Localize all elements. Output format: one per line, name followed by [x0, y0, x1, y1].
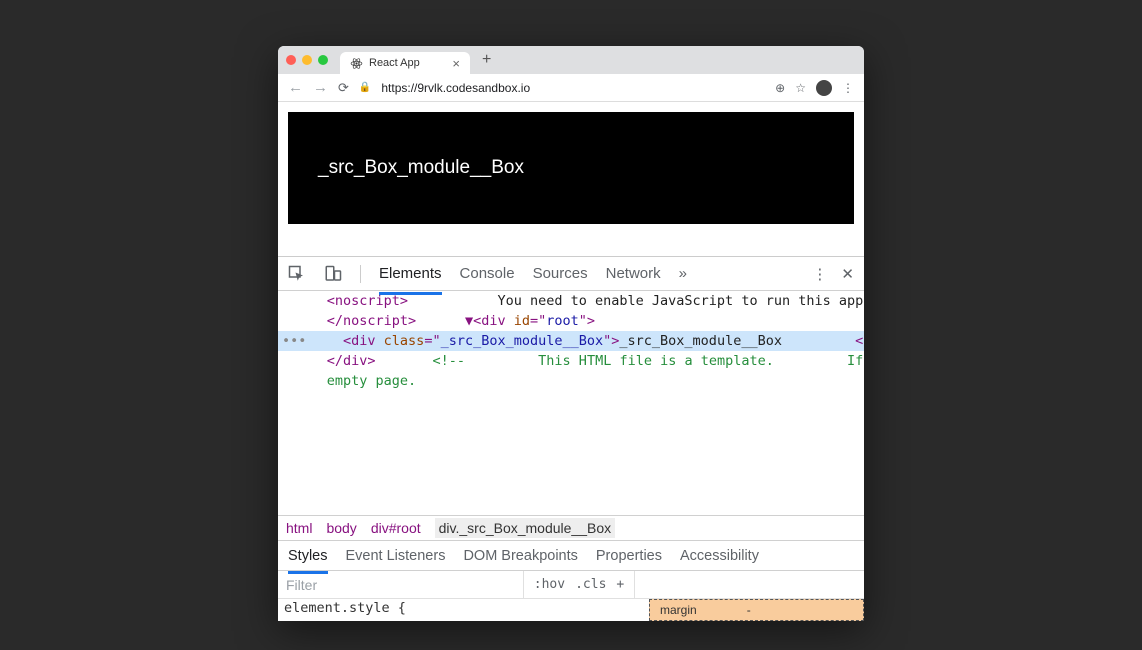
box-model-value: - [747, 603, 751, 617]
devtools-tabbar: Elements Console Sources Network » ⋮ ✕ [278, 257, 864, 291]
devtools-close-icon[interactable]: ✕ [841, 265, 854, 283]
devtools-tab-console[interactable]: Console [460, 259, 515, 288]
hov-toggle[interactable]: :hov [534, 577, 565, 592]
devtools-tab-elements[interactable]: Elements [379, 259, 442, 288]
minimize-window-button[interactable] [302, 55, 312, 65]
ellipsis-icon[interactable]: ••• [282, 331, 306, 351]
noscript-open: <noscript> [327, 293, 408, 309]
page-content: _src_Box_module__Box [278, 102, 864, 234]
rendered-box: _src_Box_module__Box [288, 112, 854, 224]
bookmark-star-icon[interactable]: ☆ [795, 81, 806, 95]
maximize-window-button[interactable] [318, 55, 328, 65]
cls-toggle[interactable]: .cls [575, 577, 606, 592]
styles-body: element.style { margin - [278, 599, 864, 621]
profile-avatar[interactable] [816, 80, 832, 96]
devtools-tab-more-icon[interactable]: » [679, 259, 687, 288]
new-tab-button[interactable]: + [476, 51, 497, 69]
crumb-root[interactable]: div#root [371, 520, 421, 536]
share-icon[interactable]: ⊕ [775, 81, 785, 95]
styles-tab-styles[interactable]: Styles [288, 543, 328, 569]
browser-window: React App × + ← → ⟳ 🔒 https://9rvlk.code… [278, 46, 864, 621]
crumb-selected[interactable]: div._src_Box_module__Box [435, 518, 616, 538]
inspect-element-icon[interactable] [288, 265, 306, 283]
forward-button[interactable]: → [313, 79, 328, 96]
tab-bar: React App × + [278, 46, 864, 74]
box-model-margin[interactable]: margin - [649, 599, 864, 621]
react-favicon-icon [350, 57, 363, 70]
crumb-body[interactable]: body [326, 520, 356, 536]
styles-tab-event-listeners[interactable]: Event Listeners [346, 543, 446, 569]
styles-tab-dom-breakpoints[interactable]: DOM Breakpoints [463, 543, 577, 569]
element-style-block[interactable]: element.style { [278, 599, 649, 621]
comment-l3: empty page. [327, 373, 416, 389]
browser-tab[interactable]: React App × [340, 52, 470, 74]
styles-filter-input[interactable] [278, 571, 523, 598]
comment-l1: This HTML file is a template. [538, 353, 774, 369]
url-bar: ← → ⟳ 🔒 https://9rvlk.codesandbox.io ⊕ ☆… [278, 74, 864, 102]
crumb-html[interactable]: html [286, 520, 312, 536]
comment-l2: If you open it directly in the browser, … [847, 353, 864, 369]
styles-tab-properties[interactable]: Properties [596, 543, 662, 569]
divider [360, 265, 361, 283]
styles-tabbar: Styles Event Listeners DOM Breakpoints P… [278, 541, 864, 571]
devtools-tab-network[interactable]: Network [606, 259, 661, 288]
kebab-menu-icon[interactable]: ⋮ [842, 81, 854, 95]
back-button[interactable]: ← [288, 79, 303, 96]
selected-dom-row[interactable]: ••• <div class="_src_Box_module__Box">_s… [278, 331, 864, 351]
device-toggle-icon[interactable] [324, 265, 342, 283]
noscript-text: You need to enable JavaScript to run thi… [497, 293, 864, 309]
reload-button[interactable]: ⟳ [338, 80, 349, 96]
box-model-label: margin [660, 603, 697, 617]
elements-panel[interactable]: <noscript> You need to enable JavaScript… [278, 291, 864, 515]
tab-title: React App [369, 57, 420, 69]
comment-open: <!-- [432, 353, 465, 369]
rendered-box-text: _src_Box_module__Box [318, 157, 524, 179]
styles-filter-row: :hov .cls + [278, 571, 864, 599]
window-controls [286, 55, 328, 65]
noscript-close: </noscript> [327, 313, 416, 329]
devtools-settings-icon[interactable]: ⋮ [812, 265, 827, 283]
devtools: Elements Console Sources Network » ⋮ ✕ <… [278, 256, 864, 621]
lock-icon: 🔒 [359, 82, 371, 93]
url-text[interactable]: https://9rvlk.codesandbox.io [381, 81, 765, 95]
root-close: </div> [327, 353, 376, 369]
url-bar-right: ⊕ ☆ ⋮ [775, 80, 854, 96]
devtools-tab-sources[interactable]: Sources [533, 259, 588, 288]
styles-tab-accessibility[interactable]: Accessibility [680, 543, 759, 569]
add-class-button[interactable]: + [616, 577, 624, 592]
dom-breadcrumb: html body div#root div._src_Box_module__… [278, 515, 864, 541]
close-window-button[interactable] [286, 55, 296, 65]
tab-close-icon[interactable]: × [452, 56, 460, 71]
